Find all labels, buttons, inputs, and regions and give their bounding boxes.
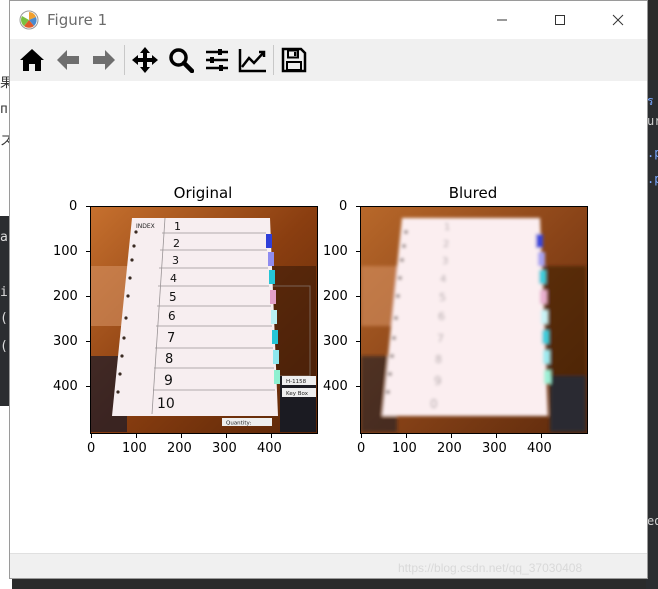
y-tick-label: 200 — [323, 289, 348, 304]
x-tick-label: 0 — [87, 441, 96, 456]
subplot-title-blured: Blured — [448, 184, 498, 202]
title-bar: Figure 1 — [10, 1, 647, 39]
y-tick-label: 100 — [323, 244, 348, 259]
y-tick-label: 0 — [69, 199, 78, 214]
back-button[interactable] — [50, 42, 86, 78]
x-tick-label: 300 — [482, 441, 507, 456]
forward-arrow-icon — [93, 50, 115, 70]
pan-move-icon — [132, 47, 158, 73]
figure-window: Figure 1 Original INDEX 1 2 3 4 5 6 7 8 … — [9, 0, 648, 579]
y-tick-label: 400 — [53, 379, 78, 394]
pan-button[interactable] — [127, 42, 163, 78]
bg-fragment: ur — [647, 114, 658, 128]
close-button[interactable] — [589, 1, 647, 39]
y-tick-label: 300 — [53, 334, 78, 349]
bg-fragment: .p — [647, 172, 658, 186]
save-disk-icon — [281, 47, 307, 73]
x-tick-label: 400 — [257, 441, 282, 456]
x-tick-label: 200 — [437, 441, 462, 456]
window-controls — [473, 1, 647, 39]
minimize-icon — [497, 19, 507, 21]
blured-axis-ticks — [356, 206, 542, 438]
toolbar-separator — [273, 45, 274, 75]
forward-button[interactable] — [86, 42, 122, 78]
minimize-button[interactable] — [473, 1, 531, 39]
y-tick-label: 0 — [339, 199, 348, 214]
save-button[interactable] — [276, 42, 312, 78]
maximize-button[interactable] — [531, 1, 589, 39]
bg-fragment: ed — [647, 514, 658, 528]
x-tick-label: 300 — [212, 441, 237, 456]
y-tick-label: 200 — [53, 289, 78, 304]
toolbar-separator — [124, 45, 125, 75]
y-tick-label: 400 — [323, 379, 348, 394]
matplotlib-logo-icon — [19, 10, 39, 30]
subplot-title-original: Original — [173, 184, 233, 202]
maximize-icon — [555, 15, 565, 25]
close-icon — [612, 14, 624, 26]
x-tick-label: 200 — [167, 441, 192, 456]
watermark: https://blog.csdn.net/qq_37030408 — [398, 561, 583, 575]
configure-subplots-button[interactable] — [199, 42, 235, 78]
x-tick-label: 400 — [527, 441, 552, 456]
bg-fragment: .p — [647, 146, 658, 160]
x-tick-label: 100 — [122, 441, 147, 456]
edit-axes-button[interactable] — [235, 42, 271, 78]
window-title: Figure 1 — [47, 11, 108, 29]
x-tick-label: 100 — [392, 441, 417, 456]
y-tick-label: 100 — [53, 244, 78, 259]
zoom-magnifier-icon — [169, 48, 194, 73]
edit-axes-icon — [238, 49, 266, 73]
back-arrow-icon — [57, 50, 79, 70]
x-tick-label: 0 — [357, 441, 366, 456]
configure-subplots-icon — [206, 49, 228, 71]
original-axis-ticks — [86, 206, 272, 438]
navigation-toolbar — [10, 39, 647, 82]
y-tick-label: 300 — [323, 334, 348, 349]
zoom-button[interactable] — [163, 42, 199, 78]
home-button[interactable] — [14, 42, 50, 78]
figure-canvas[interactable]: Original INDEX 1 2 3 4 5 6 7 8 9 10 H-11… — [10, 81, 647, 554]
home-icon — [20, 49, 44, 71]
